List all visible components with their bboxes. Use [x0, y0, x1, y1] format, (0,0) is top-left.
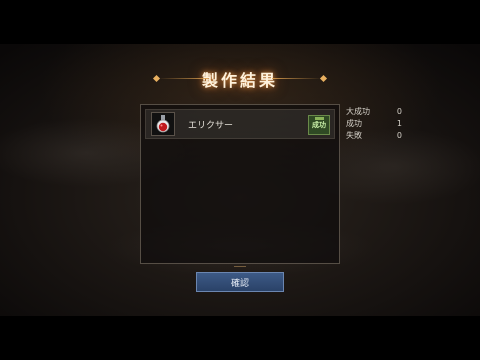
result-list-panel[interactable]: エリクサー 成功: [140, 104, 340, 264]
stat-label: 大成功: [346, 107, 370, 116]
title-ornament-right-icon: [319, 74, 328, 83]
result-item-row[interactable]: エリクサー 成功: [145, 109, 335, 139]
stat-row-success: 成功 1: [346, 118, 402, 130]
title-divider-left: [158, 78, 208, 79]
stat-value: 0: [396, 107, 402, 116]
dialog-header: 製作結果: [150, 62, 330, 96]
top-letterbox: [0, 0, 480, 44]
bottom-letterbox: [0, 316, 480, 360]
stat-label: 失敗: [346, 131, 362, 140]
confirm-button[interactable]: 確認: [196, 272, 284, 292]
stat-label: 成功: [346, 119, 362, 128]
stat-row-great-success: 大成功 0: [346, 106, 402, 118]
title-divider-right: [272, 78, 322, 79]
item-name: エリクサー: [188, 121, 234, 131]
stat-value: 1: [396, 119, 402, 128]
red-potion-bottle-icon: [151, 112, 175, 136]
panel-bottom-ornament: [234, 263, 246, 267]
potion-icon-graphic: [156, 115, 170, 133]
stat-value: 0: [396, 131, 402, 140]
result-stats: 大成功 0 成功 1 失敗 0: [346, 106, 402, 142]
status-label: 成功: [312, 121, 326, 129]
game-scene-background: 製作結果 エリクサー 成功 大成功 0 成功 1 失敗 0 確認: [0, 0, 480, 360]
badge-crest-icon: [315, 117, 324, 120]
dialog-title: 製作結果: [201, 71, 278, 90]
stat-row-failure: 失敗 0: [346, 130, 402, 142]
success-status-badge: 成功: [308, 115, 330, 135]
